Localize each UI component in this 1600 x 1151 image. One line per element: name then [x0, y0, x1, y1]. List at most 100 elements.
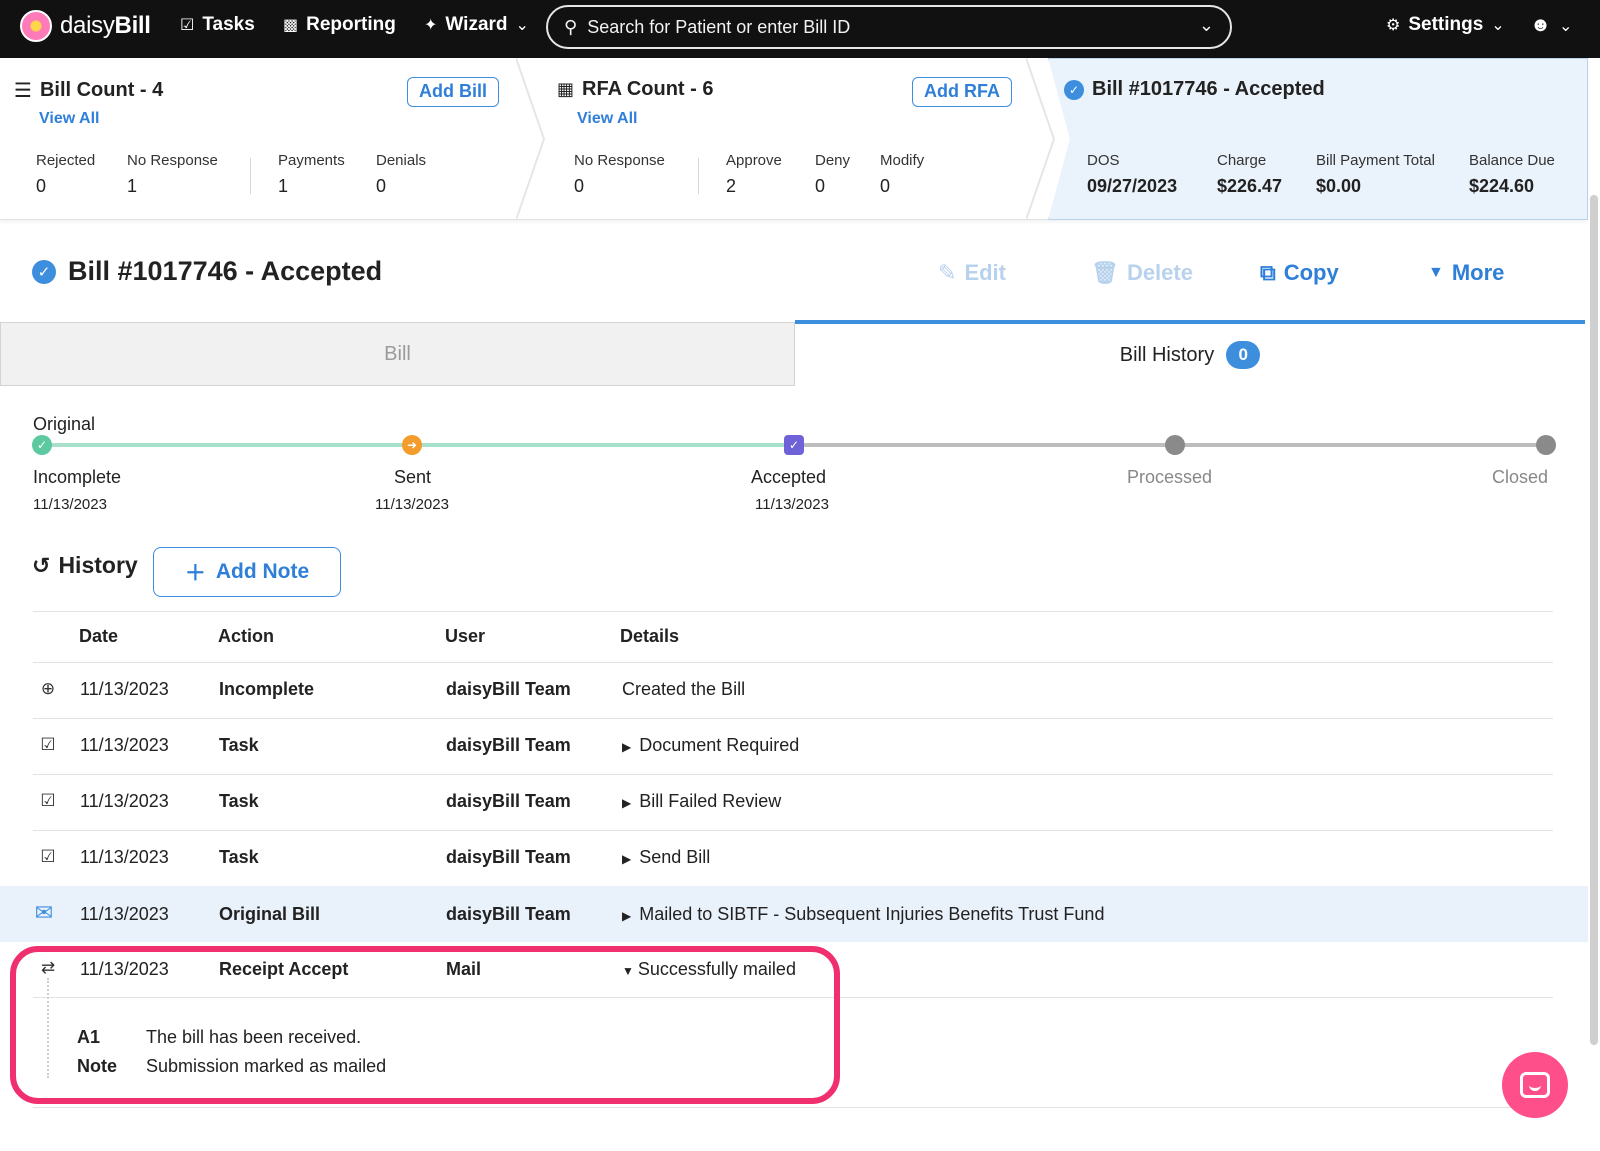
panel-divider — [1026, 58, 1056, 220]
row-details-toggle[interactable]: ▶ Send Bill — [622, 847, 710, 868]
stat-label: Bill Payment Total — [1316, 152, 1435, 169]
add-note-button[interactable]: ＋ Add Note — [153, 547, 341, 597]
row-details: Created the Bill — [622, 679, 746, 699]
caret-right-icon: ▶ — [622, 796, 632, 810]
timeline-step-label: Processed — [1127, 467, 1213, 487]
rfa-count-title: ▦ RFA Count - 6 — [557, 78, 714, 100]
timeline-node-accepted: ✓ — [784, 435, 804, 455]
caret-right-icon: ▶ — [622, 852, 632, 866]
stat-label: Modify — [880, 152, 925, 169]
stat-label: DOS — [1087, 152, 1120, 169]
nav-tasks[interactable]: ☑ Tasks — [180, 14, 255, 36]
stat-value[interactable]: 0 — [574, 176, 584, 197]
check-circle-icon: ✓ — [1064, 79, 1084, 100]
daisybill-logo[interactable]: daisyBill — [20, 10, 151, 42]
timeline-step-label: Incomplete — [33, 467, 122, 487]
current-bill-title: ✓ Bill #1017746 - Accepted — [1064, 78, 1325, 101]
chat-launcher-button[interactable] — [1502, 1052, 1568, 1118]
plus-icon: ＋ — [184, 562, 206, 585]
stat-label: No Response — [127, 152, 218, 169]
edit-button[interactable]: ✎ Edit — [938, 260, 1006, 286]
stat-value[interactable]: 0 — [815, 176, 825, 197]
bills-view-all-link[interactable]: View All — [39, 110, 99, 128]
stat-value[interactable]: 0 — [376, 176, 386, 197]
stat-divider — [698, 158, 699, 194]
copy-button[interactable]: ⧉ Copy — [1260, 260, 1339, 286]
stat-value: $0.00 — [1316, 176, 1362, 196]
tab-bill-label: Bill — [384, 342, 411, 365]
logo-text: daisyBill — [60, 12, 151, 39]
envelope-icon: ✉ — [34, 900, 54, 925]
timeline-step-date: 11/13/2023 — [755, 496, 829, 513]
user-circle-icon: ☻ — [1530, 14, 1552, 36]
column-header-user: User — [445, 626, 486, 646]
add-bill-button[interactable]: Add Bill — [407, 77, 499, 107]
row-user: daisyBill Team — [446, 679, 571, 699]
task-icon: ☑ — [40, 847, 56, 866]
bar-chart-icon: ▩ — [283, 17, 299, 34]
column-header-date: Date — [79, 626, 119, 646]
table-row: ☑ 11/13/2023 Task daisyBill Team ▶ Send B… — [0, 830, 1588, 886]
row-user: daisyBill Team — [446, 791, 571, 811]
pencil-icon: ✎ — [938, 260, 957, 285]
row-user: daisyBill Team — [446, 847, 571, 867]
nav-wizard[interactable]: ✦ Wizard ⌄ — [424, 14, 529, 36]
chevron-down-icon[interactable]: ⌄ — [1199, 15, 1214, 36]
row-action: Original Bill — [219, 904, 321, 924]
stat-value[interactable]: 1 — [127, 176, 137, 197]
delete-button[interactable]: 🗑 Delete — [1091, 260, 1193, 286]
row-details-toggle[interactable]: ▶ Bill Failed Review — [622, 791, 781, 812]
tab-bill[interactable]: Bill — [0, 322, 795, 386]
stat-value[interactable]: 0 — [36, 176, 46, 197]
rfas-view-all-link[interactable]: View All — [577, 110, 637, 128]
calculator-icon: ▦ — [557, 79, 575, 99]
page-title: ✓ Bill #1017746 - Accepted — [32, 256, 382, 287]
row-details-toggle[interactable]: ▶ Mailed to SIBTF - Subsequent Injuries B… — [622, 904, 1104, 925]
row-action: Incomplete — [219, 679, 315, 699]
stat-value[interactable]: 0 — [880, 176, 890, 197]
timeline-node-incomplete: ✓ — [32, 435, 52, 455]
add-rfa-button[interactable]: Add RFA — [912, 77, 1012, 107]
column-header-action: Action — [218, 626, 274, 646]
timeline-node-processed — [1165, 435, 1185, 455]
row-date: 11/13/2023 — [80, 847, 169, 867]
tab-history-label: Bill History — [1119, 343, 1215, 366]
row-action: Task — [219, 735, 259, 755]
history-icon: ↺ — [32, 552, 51, 578]
stat-value[interactable]: 1 — [278, 176, 288, 197]
more-button[interactable]: ▼ More — [1428, 260, 1504, 286]
check-icon: ✓ — [36, 438, 48, 452]
stat-value[interactable]: 2 — [726, 176, 736, 197]
timeline-step-date: 11/13/2023 — [375, 496, 449, 513]
row-action: Task — [219, 791, 259, 811]
search-icon: ⚲ — [564, 16, 578, 37]
search-input[interactable]: ⚲ Search for Patient or enter Bill ID ⌄ — [546, 5, 1232, 49]
task-icon: ☑ — [40, 791, 56, 810]
nav-settings[interactable]: ⚙ Settings ⌄ — [1386, 14, 1505, 36]
stat-label: Payments — [278, 152, 345, 169]
caret-right-icon: ▶ — [622, 909, 632, 923]
history-count-badge: 0 — [1226, 341, 1261, 369]
timeline-step-date: 11/13/2023 — [33, 496, 107, 513]
table-row: ☑ 11/13/2023 Task daisyBill Team ▶ Bill F… — [0, 774, 1588, 830]
top-navbar: daisyBill ☑ Tasks ▩ Reporting ✦ Wizard ⌄… — [0, 0, 1600, 58]
row-action: Task — [219, 847, 259, 867]
stat-label: No Response — [574, 152, 665, 169]
scrollbar[interactable] — [1590, 195, 1598, 1045]
chevron-down-icon: ⌄ — [1559, 17, 1573, 35]
history-heading: ↺ History — [32, 552, 138, 578]
stat-divider — [250, 158, 251, 194]
magic-wand-icon: ✦ — [424, 17, 438, 34]
row-user: daisyBill Team — [446, 735, 571, 755]
table-row: ☑ 11/13/2023 Task daisyBill Team ▶ Docume… — [0, 718, 1588, 774]
row-user: daisyBill Team — [446, 904, 571, 924]
gear-icon: ⚙ — [1386, 17, 1401, 34]
user-menu[interactable]: ☻ ⌄ — [1530, 14, 1572, 37]
nav-reporting[interactable]: ▩ Reporting — [283, 14, 396, 36]
timeline-node-closed — [1536, 435, 1556, 455]
timeline-step-label: Closed — [1492, 467, 1549, 487]
row-details-toggle[interactable]: ▶ Document Required — [622, 735, 799, 756]
nav-wizard-label: Wizard — [445, 14, 508, 35]
tab-bill-history[interactable]: Bill History 0 — [795, 320, 1585, 386]
list-icon: ☰ — [14, 80, 32, 102]
